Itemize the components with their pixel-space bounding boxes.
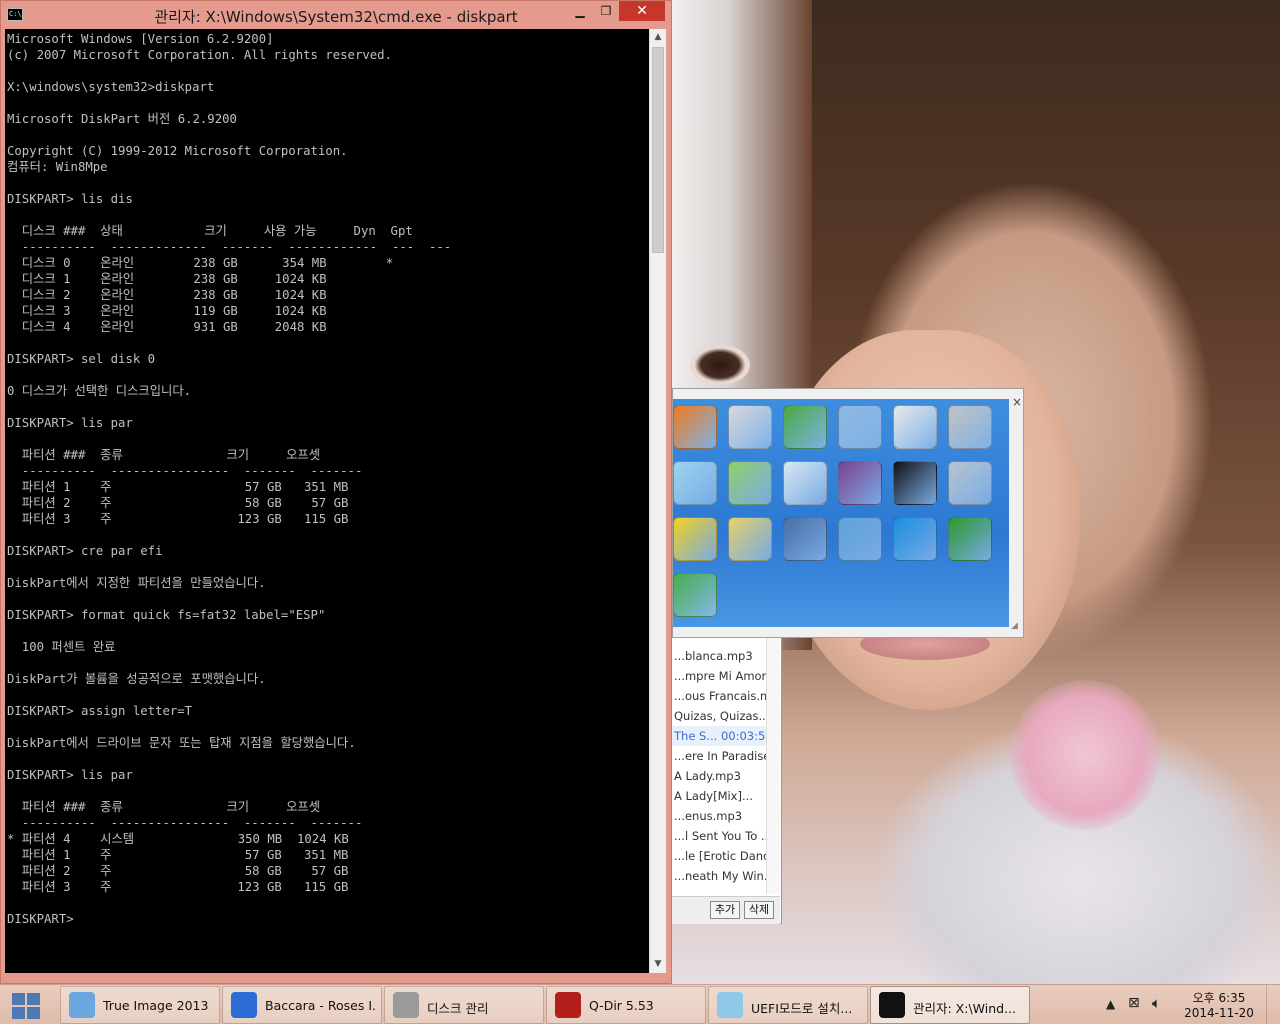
volume-icon[interactable]: 🔈︎ [1152, 994, 1161, 1012]
logo-tile [12, 993, 25, 1005]
taskbar-button-label: 디스크 관리 [427, 1001, 489, 1016]
wallpaper-earring [1010, 680, 1160, 830]
clock-date[interactable]: 2014-11-20 [1182, 1006, 1256, 1020]
playlist-item[interactable]: Quizas, Quizas... [672, 706, 766, 726]
playlist-item[interactable]: A Lady[Mix]... [672, 786, 766, 806]
close-icon[interactable]: × [1011, 395, 1023, 409]
wallpaper-eye [690, 345, 750, 385]
network-icon[interactable] [838, 405, 882, 449]
taskbar-button-label: True Image 2013 [103, 998, 209, 1013]
console-scrollbar[interactable]: ▲ ▼ [649, 29, 666, 973]
cmd-icon [879, 992, 905, 1018]
logo-tile [27, 1007, 40, 1019]
taskbar-button-label: Q-Dir 5.53 [589, 998, 654, 1013]
logo-tile [12, 1007, 25, 1019]
backup-disk-icon[interactable] [673, 573, 717, 617]
windows-logo-icon[interactable] [10, 991, 44, 1019]
minimize-icon[interactable]: ▁ [567, 1, 593, 21]
true-image-icon [69, 992, 95, 1018]
computer-icon[interactable] [948, 405, 992, 449]
console-text: Microsoft Windows [Version 6.2.9200] (c)… [7, 32, 452, 926]
daum-potplayer-live-icon [231, 992, 257, 1018]
show-desktop-button[interactable] [1266, 985, 1280, 1024]
calculator-icon[interactable] [783, 461, 827, 505]
notepad-icon [717, 992, 743, 1018]
teamviewer-icon[interactable] [893, 517, 937, 561]
taskbar-button[interactable]: Baccara - Roses I... [222, 986, 382, 1024]
taskbar-button-label: Baccara - Roses I... [265, 998, 377, 1013]
taskbar-button-label: 관리자: X:\Wind... [913, 1001, 1017, 1016]
clock-time[interactable]: 오후 6:35 [1188, 989, 1250, 1006]
taskbar: True Image 2013 Baccara - Roses I... 디스크 관… [0, 984, 1280, 1024]
playlist-item[interactable]: The S... 00:03:54 [672, 726, 766, 746]
playlist-delete-button[interactable]: 삭제 [744, 901, 774, 919]
playlist-scrollbar[interactable] [766, 634, 780, 894]
q-dir-icon [555, 992, 581, 1018]
console-output[interactable]: Microsoft Windows [Version 6.2.9200] (c)… [5, 29, 649, 973]
scroll-up-icon[interactable]: ▲ [650, 29, 666, 46]
window-tool-icon[interactable] [728, 517, 772, 561]
playlist-item[interactable]: ...blanca.mp3 [672, 646, 766, 666]
playlist-item[interactable]: ...ous Francais.mp3 [672, 686, 766, 706]
playlist-footer: 추가 삭제 [672, 896, 780, 924]
playlist-item[interactable]: ...enus.mp3 [672, 806, 766, 826]
taskbar-button[interactable]: True Image 2013 [60, 986, 220, 1024]
playlist-item[interactable]: ...l Sent You To ... [672, 826, 766, 846]
winrar-icon[interactable] [838, 461, 882, 505]
sd-card-icon[interactable] [783, 517, 827, 561]
playlist-window[interactable]: ...blanca.mp3...mpre Mi Amor ......ous F… [672, 634, 782, 924]
disk-management-icon [393, 992, 419, 1018]
resize-grip-icon[interactable]: ◢ [1011, 621, 1023, 633]
launcher-icon-area [673, 399, 1009, 627]
network-error-icon[interactable]: ⊠ [1128, 995, 1140, 1011]
playlist-item[interactable]: A Lady.mp3 [672, 766, 766, 786]
close-icon[interactable]: ✕ [619, 1, 665, 21]
taskbar-button-label: UEFI모드로 설치... [751, 1001, 853, 1016]
7zip-icon[interactable] [893, 461, 937, 505]
floppy-disk-icon[interactable] [893, 405, 937, 449]
taskbar-button[interactable]: 관리자: X:\Wind... [870, 986, 1030, 1024]
playlist-add-button[interactable]: 추가 [710, 901, 740, 919]
cmd-titlebar[interactable]: C:\_ 관리자: X:\Windows\System32\cmd.exe - … [1, 1, 671, 29]
scroll-down-icon[interactable]: ▼ [650, 956, 666, 973]
drive-icon[interactable] [948, 461, 992, 505]
utorrent-icon[interactable] [948, 517, 992, 561]
remote-desktop-icon[interactable] [838, 517, 882, 561]
logo-tile [27, 993, 40, 1005]
playlist-item[interactable]: ...neath My Win... [672, 866, 766, 886]
notepad-icon[interactable] [673, 461, 717, 505]
playlist-item[interactable]: ...le [Erotic Danc... [672, 846, 766, 866]
cmd-window[interactable]: C:\_ 관리자: X:\Windows\System32\cmd.exe - … [0, 0, 672, 984]
far-manager-icon[interactable] [673, 517, 717, 561]
playlist-item[interactable]: ...mpre Mi Amor ... [672, 666, 766, 686]
disk-tool-icon[interactable] [728, 405, 772, 449]
taskbar-button[interactable]: UEFI모드로 설치... [708, 986, 868, 1024]
notepad-plus-plus-icon[interactable] [728, 461, 772, 505]
restore-icon[interactable]: ❐ [593, 1, 619, 21]
launcher-window[interactable]: × ◢ [672, 388, 1024, 638]
partition-tool-icon[interactable] [783, 405, 827, 449]
scroll-thumb[interactable] [652, 47, 664, 253]
show-hidden-icons-icon[interactable]: ▲ [1106, 997, 1115, 1011]
taskbar-button[interactable]: Q-Dir 5.53 [546, 986, 706, 1024]
gom-app-icon[interactable] [673, 405, 717, 449]
playlist-item[interactable]: ...ere In Paradise... [672, 746, 766, 766]
taskbar-button[interactable]: 디스크 관리 [384, 986, 544, 1024]
